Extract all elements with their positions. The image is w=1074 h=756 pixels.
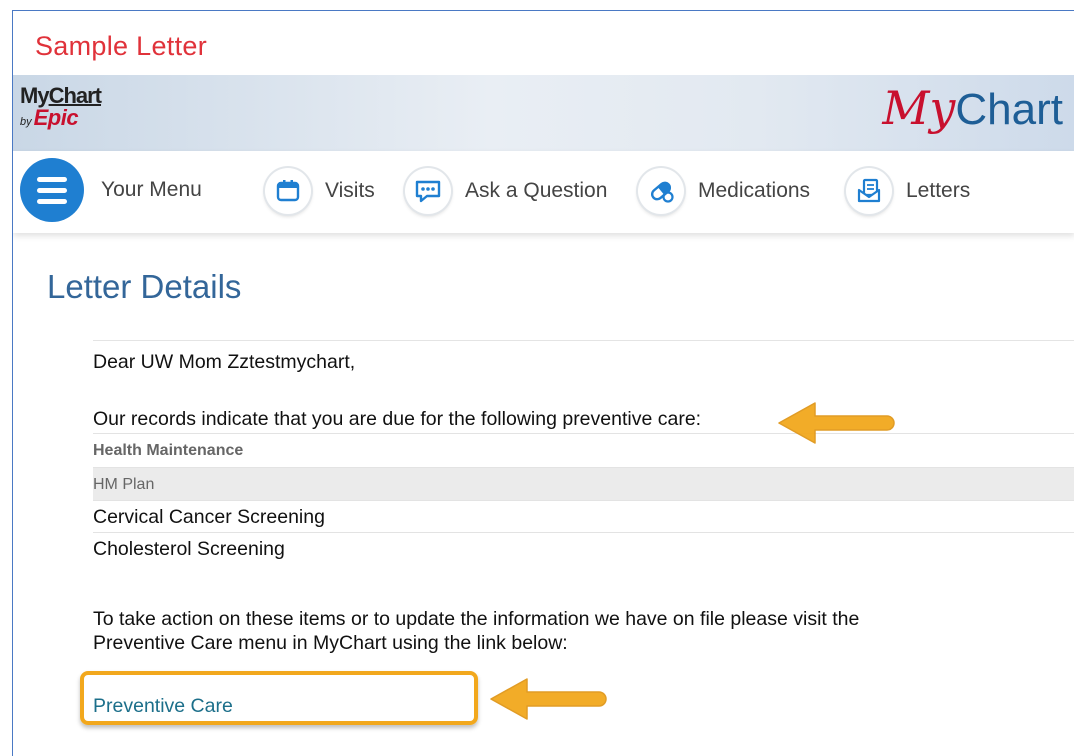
divider xyxy=(93,340,1074,341)
page-title: Letter Details xyxy=(47,268,242,305)
menu-button[interactable] xyxy=(20,158,84,222)
table-row: Cholesterol Screening xyxy=(93,532,1074,564)
nav-item-label: Letters xyxy=(906,179,971,202)
logo-right-chart: Chart xyxy=(955,85,1063,134)
care-item: Cervical Cancer Screening xyxy=(93,506,325,528)
nav-item-ask-a-question[interactable]: Ask a Question xyxy=(405,165,607,217)
hm-plan-header: HM Plan xyxy=(93,467,1074,500)
table-row: Cervical Cancer Screening xyxy=(93,500,1074,532)
message-icon xyxy=(405,168,451,214)
letter-greeting: Dear UW Mom Zztestmychart, xyxy=(93,351,356,373)
action-text-line2: Preventive Care menu in MyChart using th… xyxy=(93,632,568,654)
brand-header: MyChart byEpic My Chart xyxy=(13,75,1074,151)
arrow-icon xyxy=(778,402,895,444)
health-maintenance-header: Health Maintenance xyxy=(93,433,1074,466)
logo-left-epic: Epic xyxy=(33,105,79,130)
mychart-logo: My Chart xyxy=(882,81,1063,141)
logo-left-by: by xyxy=(20,116,32,128)
nav-item-letters[interactable]: Letters xyxy=(846,165,970,217)
letter-intro: Our records indicate that you are due fo… xyxy=(93,408,702,430)
nav-item-visits[interactable]: Visits xyxy=(265,165,375,217)
sample-letter-caption: Sample Letter xyxy=(35,31,207,61)
nav-item-medications[interactable]: Medications xyxy=(638,165,810,217)
calendar-icon xyxy=(265,168,311,214)
arrow-icon xyxy=(490,678,607,720)
preventive-care-link[interactable]: Preventive Care xyxy=(93,695,233,718)
your-menu-label[interactable]: Your Menu xyxy=(101,178,202,202)
nav-item-label: Medications xyxy=(698,179,811,202)
nav-item-label: Ask a Question xyxy=(465,179,608,202)
main-nav: Your Menu Visits Ask a Question Medicati… xyxy=(13,151,1074,233)
mychart-by-epic-logo: MyChart byEpic xyxy=(20,85,102,130)
nav-item-label: Visits xyxy=(325,179,375,202)
plan-header-text: HM Plan xyxy=(93,476,155,493)
logo-right-my: My xyxy=(882,81,956,135)
action-text-line1: To take action on these items or to upda… xyxy=(93,608,860,630)
letter-screenshot-frame: Sample Letter MyChart byEpic My Chart You… xyxy=(12,10,1074,756)
care-item: Cholesterol Screening xyxy=(93,538,285,560)
pill-icon xyxy=(638,168,684,214)
section-header-text: Health Maintenance xyxy=(93,442,244,459)
letter-icon xyxy=(846,168,892,214)
